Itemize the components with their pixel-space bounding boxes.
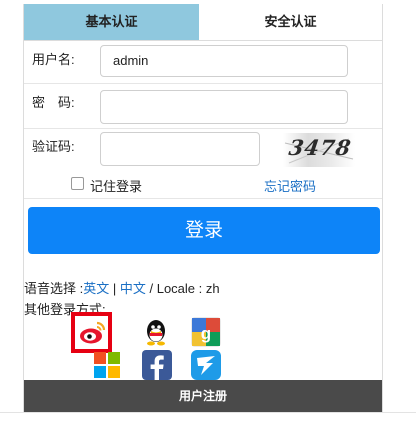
username-input[interactable]: admin [100, 45, 348, 77]
tab-security-auth[interactable]: 安全认证 [199, 4, 382, 40]
divider [0, 412, 416, 413]
username-row: 用户名: admin [24, 41, 382, 84]
feishu-icon[interactable] [191, 350, 221, 380]
password-row: 密 码: [24, 84, 382, 129]
weibo-highlight [71, 312, 112, 353]
language-english-link[interactable]: 英文 [83, 281, 109, 296]
svg-text:g: g [201, 324, 211, 343]
language-selector: 语音选择 :英文 | 中文 / Locale : zh [24, 278, 220, 297]
remember-checkbox[interactable] [71, 177, 84, 190]
captcha-row: 验证码: 3478 [24, 129, 382, 170]
language-separator: | [109, 281, 120, 296]
auth-tabs: 基本认证 安全认证 [24, 4, 382, 41]
remember-label[interactable]: 记住登录 [90, 176, 142, 195]
captcha-label: 验证码: [32, 139, 75, 154]
captcha-text: 3478 [287, 135, 354, 160]
password-input[interactable] [100, 90, 348, 124]
captcha-image[interactable]: 3478 [283, 133, 355, 167]
username-label: 用户名: [32, 52, 75, 67]
language-prefix: 语音选择 : [24, 281, 84, 296]
qq-icon[interactable] [141, 317, 171, 347]
language-chinese-link[interactable]: 中文 [120, 281, 146, 296]
login-panel: 基本认证 安全认证 用户名: admin 密 码: 验证码: 3478 记住登录… [23, 4, 383, 412]
facebook-icon[interactable] [142, 350, 172, 380]
google-icon[interactable]: g [191, 317, 221, 347]
remember-row: 记住登录 忘记密码 [24, 170, 382, 199]
password-label: 密 码: [32, 95, 75, 110]
locale-text: / Locale : zh [145, 281, 220, 296]
captcha-input[interactable] [100, 132, 260, 166]
register-button[interactable]: 用户注册 [24, 380, 382, 412]
microsoft-icon[interactable] [92, 350, 122, 380]
tab-basic-auth[interactable]: 基本认证 [24, 4, 199, 40]
login-button[interactable]: 登录 [28, 207, 380, 254]
forgot-password-link[interactable]: 忘记密码 [264, 176, 316, 195]
